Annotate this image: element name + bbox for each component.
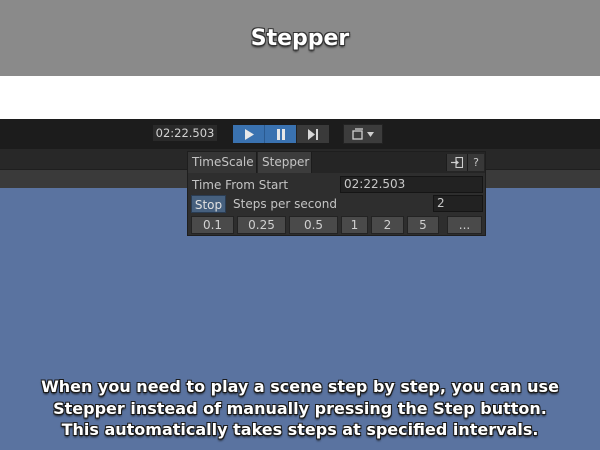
toolbar-time-display: 02:22.503 — [153, 125, 217, 141]
title-banner: Stepper — [0, 0, 600, 76]
pause-button[interactable] — [264, 125, 297, 143]
preset-button-1[interactable]: 1 — [341, 216, 368, 234]
caption-line: This automatically takes steps at specif… — [61, 420, 539, 439]
banner-title: Stepper — [250, 25, 350, 51]
help-button[interactable]: ? — [467, 154, 484, 171]
caption-line: When you need to play a scene step by st… — [41, 377, 559, 396]
time-from-start-field: 02:22.503 — [340, 176, 483, 193]
panel-tab-bar: TimeScale Stepper ? — [188, 152, 485, 173]
step-icon — [308, 128, 318, 140]
preset-button-2[interactable]: 2 — [371, 216, 404, 234]
dock-icon — [451, 156, 464, 169]
tab-stepper[interactable]: Stepper — [258, 152, 312, 173]
chevron-down-icon — [367, 131, 374, 137]
caption: When you need to play a scene step by st… — [0, 376, 600, 441]
layers-dropdown-button[interactable] — [343, 124, 383, 144]
steps-per-second-input[interactable]: 2 — [433, 195, 483, 212]
preset-button-more[interactable]: ... — [447, 216, 482, 234]
preset-button-0-5[interactable]: 0.5 — [289, 216, 338, 234]
preset-button-0-1[interactable]: 0.1 — [191, 216, 234, 234]
time-from-start-label: Time From Start — [192, 178, 289, 192]
play-button[interactable] — [233, 125, 264, 143]
preset-button-5[interactable]: 5 — [407, 216, 439, 234]
stepper-overlay-panel: TimeScale Stepper ? Time From Start 02:2… — [187, 151, 486, 236]
preset-button-0-25[interactable]: 0.25 — [237, 216, 286, 234]
stop-button[interactable]: Stop — [191, 195, 226, 213]
pause-icon — [277, 128, 285, 140]
step-button[interactable] — [296, 125, 329, 143]
layers-icon — [352, 128, 363, 140]
play-icon — [244, 128, 254, 140]
dock-button[interactable] — [446, 154, 467, 171]
white-strip — [0, 76, 600, 119]
steps-per-second-label: Steps per second — [233, 197, 337, 211]
caption-line: Stepper instead of manually pressing the… — [53, 398, 547, 418]
tab-timescale[interactable]: TimeScale — [188, 152, 257, 173]
